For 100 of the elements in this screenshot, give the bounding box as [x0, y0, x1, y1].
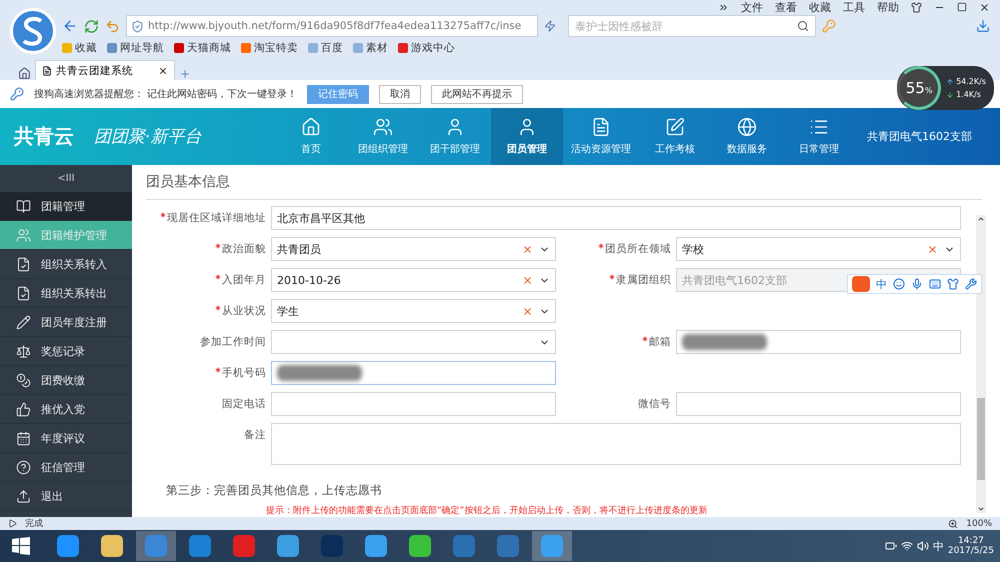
shield-icon	[131, 20, 144, 32]
browser-logo[interactable]	[10, 8, 56, 54]
bookmark-link[interactable]: 游戏中心	[398, 41, 455, 55]
ime-indicator[interactable]: 中	[932, 538, 944, 554]
zoom-level[interactable]: 100%	[966, 518, 992, 528]
step-heading: 第三步：完善团员其他信息，上传志愿书	[166, 483, 383, 498]
menu-item[interactable]: 收藏	[809, 0, 831, 14]
close-icon[interactable]	[979, 2, 990, 12]
slogan: 团团聚·新平台	[93, 126, 202, 148]
bookmark-link[interactable]: 淘宝特卖	[241, 41, 298, 55]
select-field[interactable]: 学生	[271, 299, 556, 323]
bookmark-link[interactable]: 收藏	[62, 41, 97, 55]
search-icon[interactable]	[797, 20, 809, 32]
field-label: 团员所在领域	[561, 237, 671, 256]
field-label: 备注	[243, 428, 266, 442]
keyboard-icon	[929, 278, 941, 290]
input-field[interactable]: 北京市昌平区其他	[271, 206, 961, 230]
lightning-icon[interactable]	[544, 20, 556, 32]
book-icon	[16, 198, 31, 214]
menu-item[interactable]: 文件	[741, 0, 763, 14]
new-tab-icon[interactable]	[179, 68, 191, 80]
ime-mode[interactable]: 中	[876, 276, 887, 292]
bookmark-link[interactable]: 天猫商城	[174, 41, 231, 55]
clear-icon[interactable]	[522, 306, 533, 316]
field-label: 从业状况	[146, 299, 266, 318]
address-bar[interactable]: http://www.bjyouth.net/form/916da905f8df7fea4edea113275aff7c/inse	[126, 15, 538, 37]
sidebar-item[interactable]: 退出	[0, 482, 132, 511]
notice-button[interactable]: 取消	[379, 84, 422, 104]
skin-icon[interactable]	[911, 2, 922, 12]
clear-icon[interactable]	[522, 244, 533, 254]
nav-tab[interactable]: 团员管理	[491, 108, 563, 165]
collapse-toggle[interactable]: <III	[0, 165, 132, 192]
menu-item[interactable]: 工具	[843, 0, 865, 14]
close-tab-icon[interactable]	[158, 66, 168, 76]
nav-tab[interactable]: 工作考核	[639, 108, 711, 165]
sidebar-item[interactable]: 推优入党	[0, 395, 132, 424]
page-icon	[42, 66, 52, 76]
sidebar-item[interactable]: 团费收缴	[0, 366, 132, 395]
clear-icon[interactable]	[927, 244, 938, 254]
home-icon	[301, 117, 321, 137]
start-icon[interactable]	[12, 537, 30, 555]
menu-item[interactable]: 帮助	[877, 0, 899, 14]
field-label: 参加工作时间	[199, 335, 266, 349]
scale-icon	[16, 344, 31, 358]
download-icon[interactable]	[976, 19, 990, 33]
select-field[interactable]: 学校	[676, 237, 961, 261]
input-field[interactable]	[271, 392, 556, 416]
browser-tab[interactable]: 共青云团建系统	[35, 60, 175, 80]
select-field[interactable]: 2010-10-26	[271, 268, 556, 292]
input-field[interactable]	[271, 361, 556, 385]
sidebar-group[interactable]: 团籍管理	[0, 192, 132, 221]
bookmark-icon	[241, 43, 251, 53]
required-icon	[159, 211, 167, 219]
zoom-icon[interactable]	[948, 518, 958, 528]
scrollbar[interactable]	[976, 215, 986, 513]
volume-icon	[916, 540, 929, 552]
required-icon	[214, 273, 222, 281]
thumbs-up-icon	[16, 402, 31, 416]
calendar-icon	[16, 430, 31, 446]
scroll-thumb[interactable]	[977, 398, 985, 480]
nav-tab[interactable]: 活动资源管理	[563, 108, 639, 165]
input-field[interactable]	[676, 392, 961, 416]
sidebar-toggle-icon[interactable]	[8, 519, 17, 528]
required-icon	[597, 242, 605, 250]
scroll-down-icon[interactable]	[977, 505, 985, 513]
field-label: 固定电话	[221, 397, 266, 411]
nav-tab[interactable]: 日常管理	[783, 108, 855, 165]
home-icon[interactable]	[18, 67, 31, 80]
nav-tab[interactable]: 数据服务	[711, 108, 783, 165]
field-label: 现居住区域详细地址	[146, 206, 266, 225]
status-text: 完成	[25, 518, 43, 530]
undo-icon[interactable]	[105, 18, 120, 34]
sidebar-item[interactable]: 奖惩记录	[0, 337, 132, 366]
maximize-icon[interactable]	[957, 2, 967, 12]
edit-icon	[665, 117, 685, 137]
clear-icon[interactable]	[522, 274, 533, 286]
clock[interactable]: 14:27 2017/5/25	[948, 536, 994, 556]
bookmark-icon	[62, 43, 72, 53]
sidebar-item[interactable]: 组织关系转出	[0, 279, 132, 308]
select-field[interactable]: 共青团员	[271, 237, 556, 261]
bookmark-link[interactable]: 素材	[353, 41, 388, 55]
sidebar-item[interactable]: 征信管理	[0, 453, 132, 482]
notice-button[interactable]: 此网站不再提示	[431, 84, 524, 104]
input-field[interactable]	[676, 330, 961, 354]
scroll-up-icon[interactable]	[977, 215, 985, 223]
ime-toolbar[interactable]: 中	[847, 274, 982, 294]
organization-name: 共青团电气1602支部	[867, 129, 972, 144]
battery-icon	[884, 540, 897, 552]
back-icon[interactable]	[62, 18, 78, 34]
sidebar-item[interactable]: 组织关系转入	[0, 250, 132, 279]
bookmark-link[interactable]: 百度	[308, 41, 343, 55]
sidebar-item[interactable]: 团员年度注册	[0, 308, 132, 337]
menu-item[interactable]: 查看	[775, 0, 797, 14]
bookmark-link[interactable]: 网址导航	[107, 41, 164, 55]
more-icon[interactable]	[718, 2, 729, 12]
sidebar-item[interactable]: 年度评议	[0, 424, 132, 453]
nav-tab[interactable]: 团干部管理	[419, 108, 491, 165]
speed-widget[interactable]: 55% 54.2K/s 1.4K/s	[897, 66, 994, 110]
select-field[interactable]	[271, 330, 556, 354]
refresh-icon[interactable]	[84, 18, 99, 34]
